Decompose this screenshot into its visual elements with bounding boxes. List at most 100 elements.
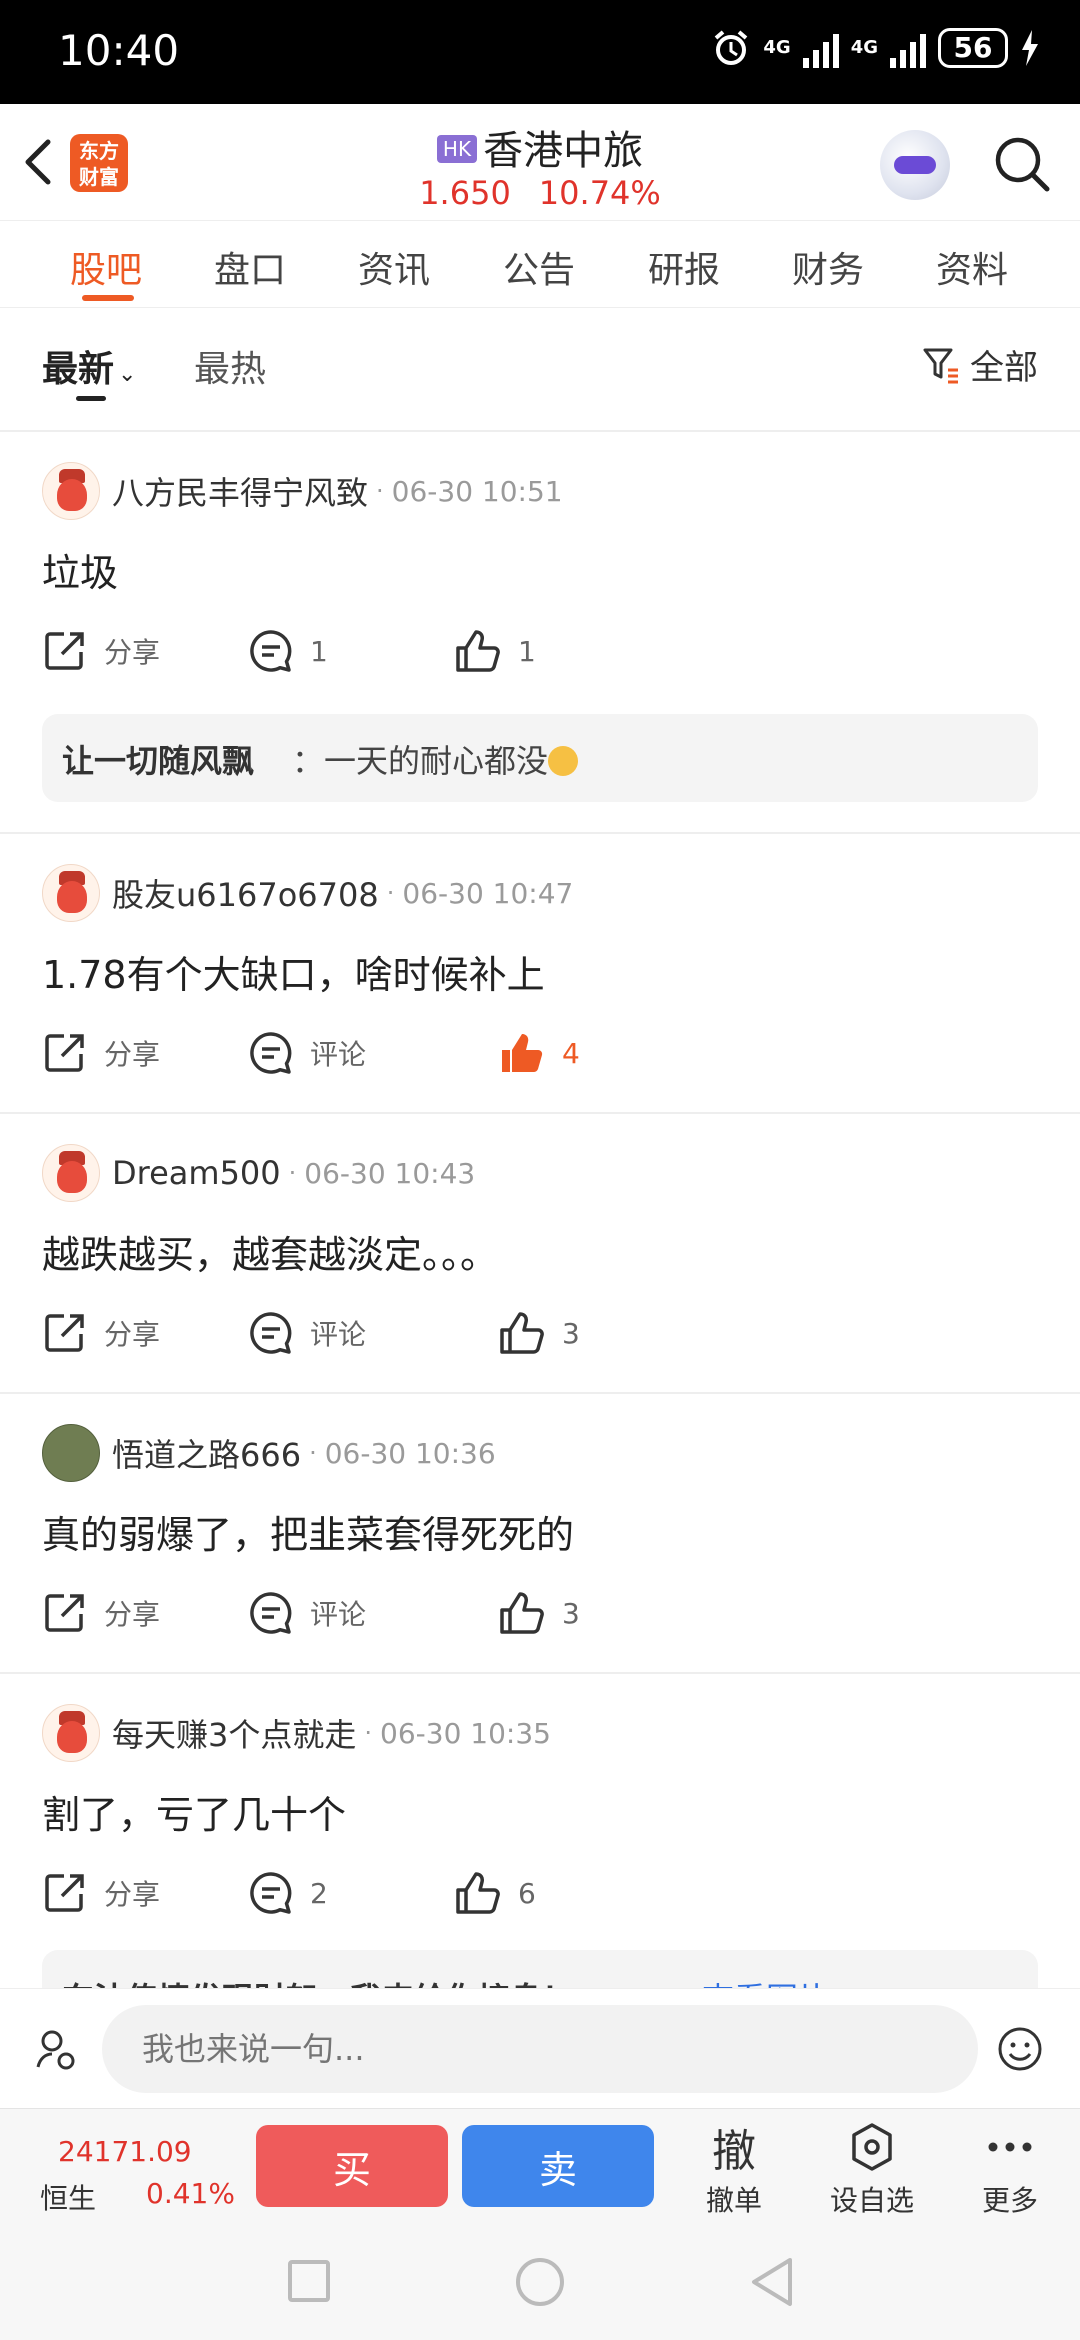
post-content[interactable]: 真的弱爆了，把韭菜套得死死的 bbox=[42, 1504, 574, 1559]
post-meta: 悟道之路666 · 06-30 10:36 bbox=[42, 1424, 496, 1482]
filter-label: 全部 bbox=[970, 348, 1038, 388]
sell-button[interactable]: 卖 bbox=[462, 2125, 654, 2207]
share-button[interactable]: 分享 bbox=[42, 1310, 248, 1356]
comment-button[interactable]: 评论 bbox=[248, 1590, 454, 1636]
reply-username[interactable]: 让一切随风飘 bbox=[62, 736, 254, 782]
index-value[interactable]: 24171.09 bbox=[58, 2135, 192, 2168]
avatar[interactable] bbox=[42, 1424, 100, 1482]
post-username[interactable]: 股友u6167o6708 bbox=[112, 870, 379, 916]
like-button[interactable]: 3 bbox=[498, 1590, 580, 1636]
thumbs-up-icon bbox=[500, 1592, 544, 1634]
comment-icon bbox=[250, 1872, 292, 1914]
avatar[interactable] bbox=[42, 1144, 100, 1202]
tab-research[interactable]: 研报 bbox=[648, 241, 720, 293]
home-icon[interactable] bbox=[516, 2258, 564, 2306]
thumbs-up-filled-icon bbox=[502, 1034, 543, 1073]
share-button[interactable]: 分享 bbox=[42, 628, 248, 674]
status-icons: 4G 4G 56 bbox=[711, 28, 1040, 68]
post-username[interactable]: Dream500 bbox=[112, 1154, 281, 1192]
share-button[interactable]: 分享 bbox=[42, 1870, 248, 1916]
post-item[interactable]: Dream500 · 06-30 10:43 越跌越买，越套越淡定。。。 分享 … bbox=[0, 1114, 1080, 1394]
recents-icon[interactable] bbox=[288, 2260, 330, 2302]
like-button[interactable]: 3 bbox=[498, 1310, 580, 1356]
more-dots-icon bbox=[988, 2142, 1032, 2152]
post-content[interactable]: 垃圾 bbox=[42, 542, 118, 597]
sort-indicator bbox=[76, 396, 106, 401]
stock-price: 1.650 bbox=[419, 174, 511, 212]
tab-guba[interactable]: 股吧 bbox=[70, 241, 142, 293]
hexagon-icon bbox=[852, 2123, 892, 2171]
voice-user-icon[interactable] bbox=[34, 2027, 78, 2071]
thumbs-up-icon bbox=[500, 1312, 544, 1354]
buy-button[interactable]: 买 bbox=[256, 2125, 448, 2207]
status-bar: 10:40 4G 4G 56 bbox=[0, 0, 1080, 104]
comment-input[interactable] bbox=[102, 2005, 978, 2093]
post-content[interactable]: 割了，亏了几十个 bbox=[42, 1784, 346, 1839]
sort-row: 最新 ⌄ 最热 全部 bbox=[0, 308, 1080, 432]
emoji-picker-icon[interactable] bbox=[996, 2025, 1044, 2073]
nav-back-icon[interactable] bbox=[748, 2256, 796, 2308]
post-time: 06-30 10:36 bbox=[324, 1436, 496, 1470]
index-name[interactable]: 恒生 bbox=[40, 2177, 96, 2217]
tab-announcements[interactable]: 公告 bbox=[503, 241, 575, 293]
post-time: 06-30 10:47 bbox=[402, 876, 574, 910]
system-nav-bar bbox=[0, 2226, 1080, 2340]
like-button[interactable]: 1 bbox=[454, 628, 536, 674]
tab-news[interactable]: 资讯 bbox=[358, 241, 430, 293]
comment-icon bbox=[250, 630, 292, 672]
share-button[interactable]: 分享 bbox=[42, 1590, 248, 1636]
post-username[interactable]: 每天赚3个点就走 bbox=[112, 1710, 356, 1756]
post-meta: 每天赚3个点就走 · 06-30 10:35 bbox=[42, 1704, 551, 1762]
search-icon[interactable] bbox=[992, 134, 1052, 194]
cancel-order-icon: 撤 bbox=[712, 2126, 756, 2177]
comment-icon bbox=[250, 1312, 292, 1354]
signal-icon bbox=[802, 28, 839, 68]
comment-button[interactable]: 评论 bbox=[248, 1310, 454, 1356]
post-username[interactable]: 悟道之路666 bbox=[112, 1430, 301, 1476]
post-username[interactable]: 八方民丰得宁风致 bbox=[112, 468, 368, 514]
avatar[interactable] bbox=[42, 462, 100, 520]
sort-latest[interactable]: 最新 ⌄ bbox=[42, 340, 136, 392]
reply-text: ：一天的耐心都没 bbox=[292, 736, 579, 782]
post-item[interactable]: 八方民丰得宁风致 · 06-30 10:51 垃圾 分享 1 1 让一切随风飘 … bbox=[0, 432, 1080, 834]
post-actions: 分享 1 1 bbox=[42, 628, 536, 674]
comment-button[interactable]: 2 bbox=[248, 1870, 454, 1916]
filter-button[interactable]: 全部 bbox=[922, 340, 1038, 389]
post-actions: 分享 评论 3 bbox=[42, 1590, 580, 1636]
share-button[interactable]: 分享 bbox=[42, 1030, 248, 1076]
reply-preview[interactable]: 让一切随风飘 ：一天的耐心都没 bbox=[42, 714, 1038, 802]
comment-button[interactable]: 评论 bbox=[248, 1030, 454, 1076]
cancel-order-button[interactable]: 撤 撤单 bbox=[674, 2117, 794, 2219]
sort-hot[interactable]: 最热 bbox=[194, 340, 266, 392]
stock-header: 东方财富 HK 香港中旅 1.650 10.74% bbox=[0, 104, 1080, 220]
robot-assistant-icon[interactable] bbox=[880, 130, 950, 200]
post-item[interactable]: 每天赚3个点就走 · 06-30 10:35 割了，亏了几十个 分享 2 6 bbox=[0, 1674, 1080, 1954]
avatar[interactable] bbox=[42, 1704, 100, 1762]
post-meta: 八方民丰得宁风致 · 06-30 10:51 bbox=[42, 462, 563, 520]
like-button[interactable]: 4 bbox=[498, 1030, 580, 1076]
more-button[interactable]: 更多 bbox=[950, 2117, 1070, 2219]
tab-pankou[interactable]: 盘口 bbox=[214, 241, 286, 293]
post-actions: 分享 评论 4 bbox=[42, 1030, 580, 1076]
thumbs-up-icon bbox=[456, 1872, 500, 1914]
tab-finance[interactable]: 财务 bbox=[792, 241, 864, 293]
post-meta: 股友u6167o6708 · 06-30 10:47 bbox=[42, 864, 573, 922]
post-content[interactable]: 越跌越买，越套越淡定。。。 bbox=[42, 1224, 498, 1279]
trading-bar: 24171.09 恒生 0.41% 买 卖 撤 撤单 设自选 更多 bbox=[0, 2108, 1080, 2226]
avatar[interactable] bbox=[42, 864, 100, 922]
post-time: 06-30 10:35 bbox=[380, 1716, 551, 1750]
share-icon bbox=[45, 1874, 84, 1912]
comment-icon bbox=[250, 1592, 292, 1634]
thumbs-up-icon bbox=[456, 630, 500, 672]
add-watchlist-button[interactable]: 设自选 bbox=[812, 2117, 932, 2219]
post-item[interactable]: 悟道之路666 · 06-30 10:36 真的弱爆了，把韭菜套得死死的 分享 … bbox=[0, 1394, 1080, 1674]
alarm-icon bbox=[715, 30, 748, 65]
post-content[interactable]: 1.78有个大缺口，啥时候补上 bbox=[42, 944, 545, 999]
comment-button[interactable]: 1 bbox=[248, 628, 454, 674]
like-button[interactable]: 6 bbox=[454, 1870, 536, 1916]
charging-icon bbox=[1022, 30, 1038, 66]
share-icon bbox=[45, 1314, 84, 1352]
post-item[interactable]: 股友u6167o6708 · 06-30 10:47 1.78有个大缺口，啥时候… bbox=[0, 834, 1080, 1114]
network-type-2: 4G bbox=[850, 37, 878, 58]
tab-profile[interactable]: 资料 bbox=[936, 241, 1008, 293]
